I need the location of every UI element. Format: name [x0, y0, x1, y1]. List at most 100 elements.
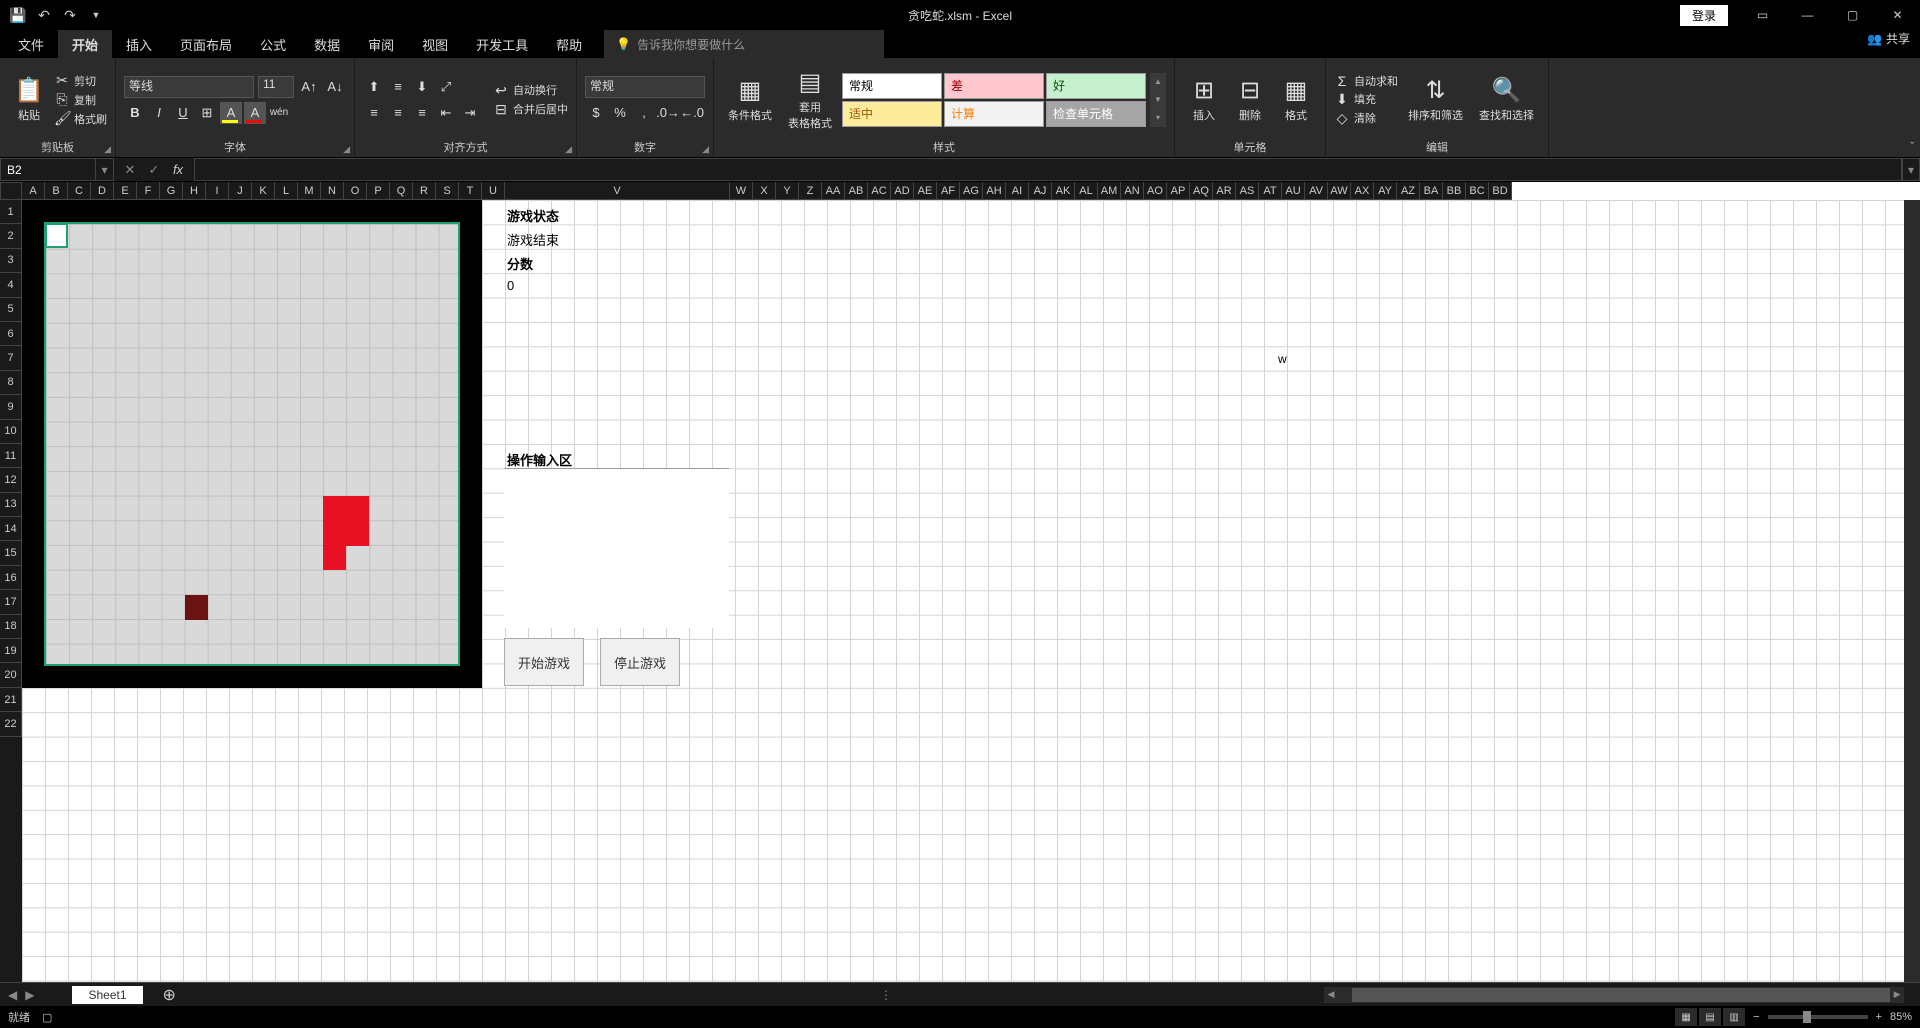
ribbon-display-icon[interactable]: ▭ [1740, 0, 1785, 30]
maximize-icon[interactable]: ▢ [1830, 0, 1875, 30]
scroll-right-icon[interactable]: ▶ [1890, 989, 1904, 1000]
tab-insert[interactable]: 插入 [112, 30, 166, 58]
row-header-3[interactable]: 3 [0, 249, 22, 273]
format-as-table-button[interactable]: ▤套用 表格格式 [782, 66, 838, 133]
decrease-indent-icon[interactable]: ⇤ [435, 102, 457, 124]
column-headers[interactable]: ABCDEFGHIJKLMNOPQRSTUVWXYZAAABACADAEAFAG… [22, 182, 1512, 200]
col-header-AE[interactable]: AE [914, 182, 937, 200]
tab-view[interactable]: 视图 [408, 30, 462, 58]
select-all-corner[interactable] [0, 182, 22, 200]
font-color-button[interactable]: A [244, 102, 266, 124]
zoom-out-icon[interactable]: − [1753, 1011, 1759, 1023]
align-right-icon[interactable]: ≡ [411, 102, 433, 124]
share-button[interactable]: 👥 共享 [1867, 30, 1910, 47]
launcher-icon[interactable]: ◢ [565, 144, 572, 155]
col-header-BA[interactable]: BA [1420, 182, 1443, 200]
page-layout-view-icon[interactable]: ▤ [1699, 1008, 1721, 1026]
row-header-12[interactable]: 12 [0, 468, 22, 492]
cell-styles-gallery[interactable]: 常规 差 好 适中 计算 检查单元格 [842, 73, 1146, 127]
col-header-AA[interactable]: AA [822, 182, 845, 200]
cut-button[interactable]: ✂剪切 [54, 72, 107, 89]
col-header-AJ[interactable]: AJ [1029, 182, 1052, 200]
row-header-8[interactable]: 8 [0, 371, 22, 395]
page-break-view-icon[interactable]: ▥ [1723, 1008, 1745, 1026]
horizontal-scrollbar[interactable]: ◀ ▶ [1324, 987, 1904, 1003]
col-header-AK[interactable]: AK [1052, 182, 1075, 200]
tab-review[interactable]: 审阅 [354, 30, 408, 58]
col-header-AL[interactable]: AL [1075, 182, 1098, 200]
zoom-in-icon[interactable]: + [1876, 1011, 1882, 1023]
col-header-AR[interactable]: AR [1213, 182, 1236, 200]
col-header-V[interactable]: V [505, 182, 730, 200]
increase-decimal-icon[interactable]: .0→ [657, 102, 679, 124]
col-header-AM[interactable]: AM [1098, 182, 1121, 200]
collapse-ribbon-icon[interactable]: ˇ [1910, 141, 1914, 153]
row-header-7[interactable]: 7 [0, 346, 22, 370]
col-header-BD[interactable]: BD [1489, 182, 1512, 200]
format-painter-button[interactable]: 🖌格式刷 [54, 110, 107, 127]
col-header-AP[interactable]: AP [1167, 182, 1190, 200]
col-header-A[interactable]: A [22, 182, 45, 200]
col-header-AU[interactable]: AU [1282, 182, 1305, 200]
sort-filter-button[interactable]: ⇅排序和筛选 [1402, 74, 1469, 125]
fill-button[interactable]: ⬇填充 [1334, 91, 1398, 108]
find-select-button[interactable]: 🔍查找和选择 [1473, 74, 1540, 125]
col-header-AQ[interactable]: AQ [1190, 182, 1213, 200]
zoom-level[interactable]: 85% [1890, 1011, 1912, 1023]
enter-formula-icon[interactable]: ✓ [142, 162, 166, 178]
col-header-AY[interactable]: AY [1374, 182, 1397, 200]
formula-input[interactable] [194, 158, 1902, 181]
col-header-AD[interactable]: AD [891, 182, 914, 200]
sheet-tab-sheet1[interactable]: Sheet1 [72, 986, 142, 1004]
tab-split-icon[interactable]: ⋮ [880, 988, 892, 1002]
input-area[interactable] [504, 468, 729, 628]
col-header-O[interactable]: O [344, 182, 367, 200]
tab-developer[interactable]: 开发工具 [462, 30, 542, 58]
qat-dropdown-icon[interactable]: ▼ [86, 5, 106, 25]
tab-help[interactable]: 帮助 [542, 30, 596, 58]
row-header-19[interactable]: 19 [0, 639, 22, 663]
tell-me-search[interactable]: 💡 告诉我你想要做什么 [604, 30, 884, 58]
cell-grid[interactable]: 游戏状态 游戏结束 分数 0 操作输入区 开始游戏 停止游戏 w [22, 200, 1920, 982]
style-calc[interactable]: 计算 [944, 101, 1044, 127]
copy-button[interactable]: ⎘复制 [54, 91, 107, 108]
number-format-select[interactable]: 常规 [585, 76, 705, 98]
col-header-Q[interactable]: Q [390, 182, 413, 200]
row-header-18[interactable]: 18 [0, 615, 22, 639]
add-sheet-icon[interactable]: ⊕ [163, 985, 176, 1005]
wrap-text-button[interactable]: ↩自动换行 [493, 82, 568, 99]
merge-center-button[interactable]: ⊟合并后居中 [493, 101, 568, 118]
row-header-11[interactable]: 11 [0, 444, 22, 468]
paste-button[interactable]: 📋 粘贴 [8, 74, 50, 125]
style-neutral[interactable]: 适中 [842, 101, 942, 127]
name-box-dropdown-icon[interactable]: ▾ [96, 158, 114, 181]
col-header-K[interactable]: K [252, 182, 275, 200]
active-cell[interactable] [45, 223, 68, 248]
col-header-J[interactable]: J [229, 182, 252, 200]
col-header-AZ[interactable]: AZ [1397, 182, 1420, 200]
col-header-I[interactable]: I [206, 182, 229, 200]
col-header-AF[interactable]: AF [937, 182, 960, 200]
redo-icon[interactable]: ↷ [60, 5, 80, 25]
col-header-AB[interactable]: AB [845, 182, 868, 200]
align-top-icon[interactable]: ⬆ [363, 76, 385, 98]
col-header-AV[interactable]: AV [1305, 182, 1328, 200]
col-header-Y[interactable]: Y [776, 182, 799, 200]
col-header-L[interactable]: L [275, 182, 298, 200]
style-check[interactable]: 检查单元格 [1046, 101, 1146, 127]
col-header-AT[interactable]: AT [1259, 182, 1282, 200]
col-header-AC[interactable]: AC [868, 182, 891, 200]
tab-home[interactable]: 开始 [58, 30, 112, 58]
style-gallery-scroll[interactable]: ▲▼▾ [1150, 73, 1166, 127]
conditional-formatting-button[interactable]: ▦条件格式 [722, 74, 778, 125]
col-header-E[interactable]: E [114, 182, 137, 200]
zoom-slider[interactable] [1768, 1015, 1868, 1019]
col-header-T[interactable]: T [459, 182, 482, 200]
percent-format-icon[interactable]: % [609, 102, 631, 124]
col-header-BC[interactable]: BC [1466, 182, 1489, 200]
row-header-15[interactable]: 15 [0, 541, 22, 565]
row-header-22[interactable]: 22 [0, 712, 22, 736]
col-header-AS[interactable]: AS [1236, 182, 1259, 200]
align-left-icon[interactable]: ≡ [363, 102, 385, 124]
delete-cells-button[interactable]: ⊟删除 [1229, 74, 1271, 125]
